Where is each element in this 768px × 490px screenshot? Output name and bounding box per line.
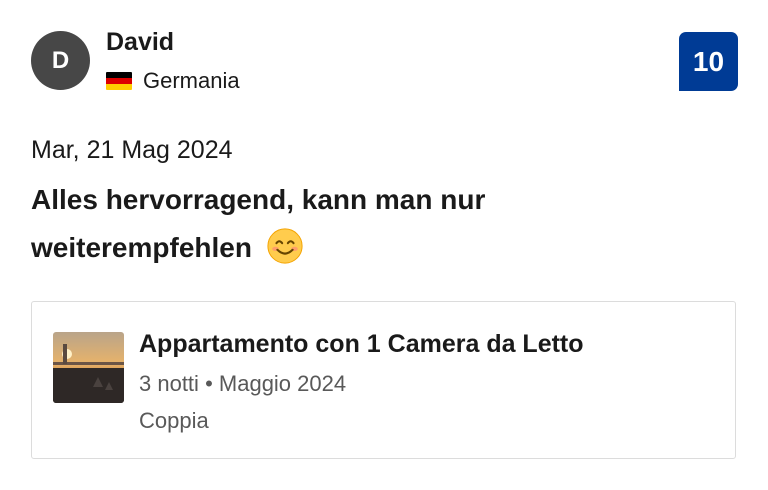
review-card: D David Germania 10 Mar, 21 Mag 2024 All…: [0, 0, 768, 490]
avatar: D: [31, 31, 90, 90]
avatar-initial: D: [51, 46, 70, 74]
germany-flag-icon: [106, 72, 132, 90]
review-title: Alles hervorragend, kann man nur weitere…: [31, 176, 591, 272]
separator-dot: •: [205, 371, 213, 396]
traveler-type: Coppia: [139, 408, 209, 433]
country-label: Germania: [143, 68, 240, 93]
review-score-badge: 10: [679, 32, 738, 91]
smiling-face-icon: [267, 228, 303, 264]
room-photo-image: [53, 332, 124, 403]
reviewer-country: Germania: [106, 68, 240, 94]
stay-month: Maggio 2024: [218, 371, 347, 396]
review-title-text: Alles hervorragend, kann man nur weitere…: [31, 184, 486, 263]
stay-duration: 3 notti • Maggio 2024: [139, 371, 346, 397]
review-date: Mar, 21 Mag 2024: [31, 136, 233, 164]
nights-count: 3 notti: [139, 371, 199, 396]
room-thumbnail[interactable]: [53, 332, 124, 403]
stay-details-card: Appartamento con 1 Camera da Letto 3 not…: [31, 301, 736, 459]
reviewer-name: David: [106, 28, 175, 56]
room-name: Appartamento con 1 Camera da Letto: [139, 330, 584, 358]
